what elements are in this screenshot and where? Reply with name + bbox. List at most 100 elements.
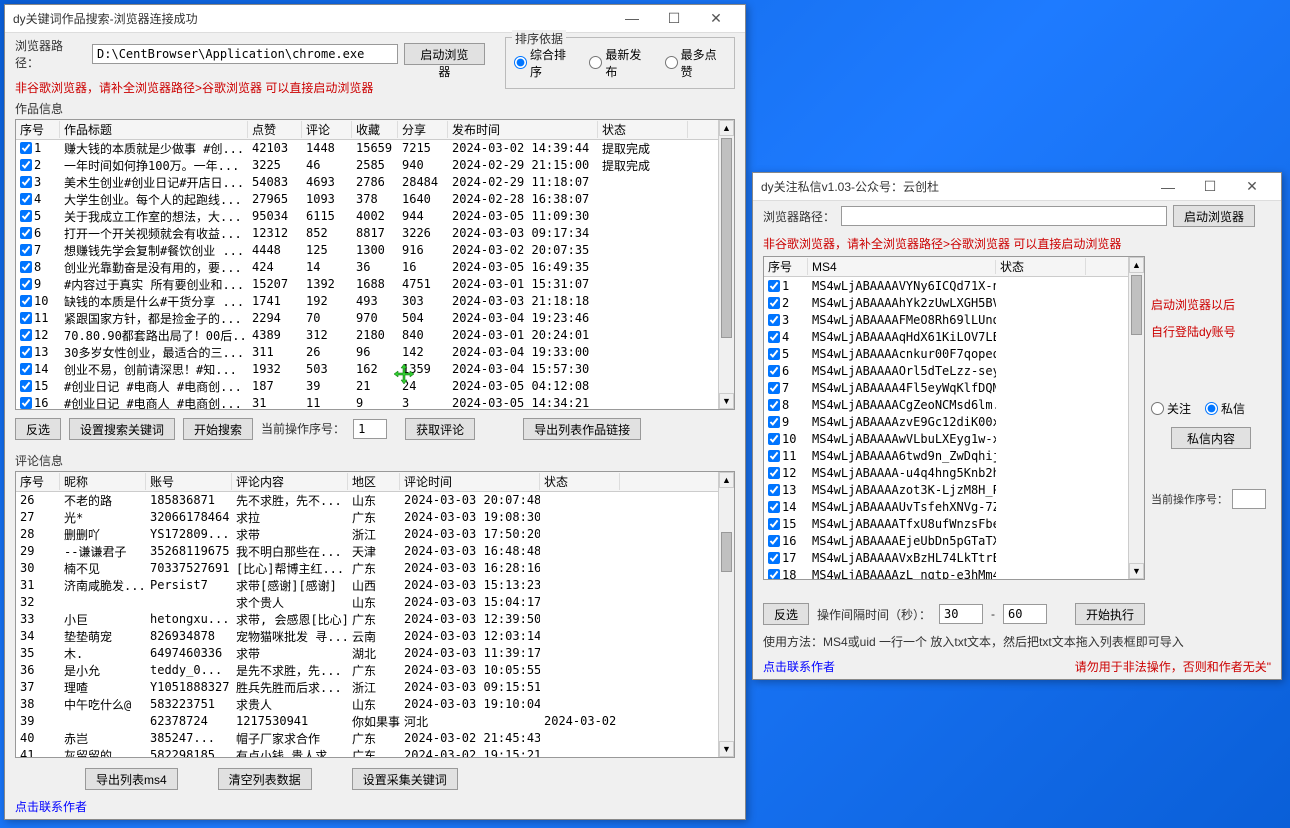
table-row[interactable]: 38中午吃什么@583223751求贵人山东2024-03-03 19:10:0… xyxy=(16,696,718,713)
row-checkbox[interactable] xyxy=(768,331,780,343)
interval-max-input[interactable] xyxy=(1003,604,1047,624)
table-row[interactable]: 11紧跟国家方针，都是捡金子的...2294709705042024-03-04… xyxy=(16,310,718,327)
table-row[interactable]: 7想赚钱先学会复制#餐饮创业 ...444812513009162024-03-… xyxy=(16,242,718,259)
minimize-button[interactable]: — xyxy=(611,6,653,30)
table-row[interactable]: 40赤岂385247...帽子厂家求合作广东2024-03-02 21:45:4… xyxy=(16,730,718,747)
set-keyword-button[interactable]: 设置搜索关键词 xyxy=(69,418,175,440)
row-checkbox[interactable] xyxy=(20,380,32,392)
column-header[interactable]: 发布时间 xyxy=(448,121,598,138)
row-checkbox[interactable] xyxy=(768,348,780,360)
row-checkbox[interactable] xyxy=(20,329,32,341)
row-checkbox[interactable] xyxy=(768,382,780,394)
minimize-button[interactable]: — xyxy=(1147,175,1189,199)
table-row[interactable]: 26不老的路185836871先不求胜，先不...山东2024-03-03 20… xyxy=(16,492,718,509)
cur-op-input[interactable] xyxy=(353,419,387,439)
table-row[interactable]: 29--谦谦君子35268119675我不明白那些在...天津2024-03-0… xyxy=(16,543,718,560)
table-row[interactable]: 1赚大钱的本质就是少做事 #创...4210314481565972152024… xyxy=(16,140,718,157)
titlebar[interactable]: dy关键词作品搜索-浏览器连接成功 — ☐ ✕ xyxy=(5,5,745,33)
table-row[interactable]: 15#创业日记 #电商人 #电商创...1873921242024-03-05 … xyxy=(16,378,718,395)
row-checkbox[interactable] xyxy=(768,552,780,564)
table-row[interactable]: 15MS4wLjABAAAATfxU8ufWnzsFbe... xyxy=(764,515,1128,532)
column-header[interactable]: 状态 xyxy=(996,258,1086,275)
table-row[interactable]: 17MS4wLjABAAAAVxBzHL74LkTtrE... xyxy=(764,549,1128,566)
column-header[interactable]: 状态 xyxy=(598,121,688,138)
maximize-button[interactable]: ☐ xyxy=(653,6,695,30)
row-checkbox[interactable] xyxy=(768,416,780,428)
table-row[interactable]: 3美术生创业#创业日记#开店日...5408346932786284842024… xyxy=(16,174,718,191)
column-header[interactable]: 评论时间 xyxy=(400,473,540,490)
scroll-down-icon[interactable]: ▼ xyxy=(1129,563,1144,579)
row-checkbox[interactable] xyxy=(20,363,32,375)
ms4-scrollbar[interactable]: ▲ ▼ xyxy=(1128,257,1144,579)
cur-op-input[interactable] xyxy=(1232,489,1266,509)
table-row[interactable]: 11MS4wLjABAAAA6twd9n_ZwDqhij... xyxy=(764,447,1128,464)
interval-min-input[interactable] xyxy=(939,604,983,624)
table-row[interactable]: 36是小允teddy_0...是先不求胜，先...广东2024-03-03 10… xyxy=(16,662,718,679)
maximize-button[interactable]: ☐ xyxy=(1189,175,1231,199)
column-header[interactable]: 作品标题 xyxy=(60,121,248,138)
table-row[interactable]: 2MS4wLjABAAAAhYk2zUwLXGH5BV... xyxy=(764,294,1128,311)
row-checkbox[interactable] xyxy=(768,484,780,496)
column-header[interactable]: 状态 xyxy=(540,473,620,490)
table-row[interactable]: 39623787241217530941你如果事情都不...河北2024-03-… xyxy=(16,713,718,730)
row-checkbox[interactable] xyxy=(768,535,780,547)
sort-radio-0[interactable]: 综合排序 xyxy=(514,46,575,80)
row-checkbox[interactable] xyxy=(20,261,32,273)
row-checkbox[interactable] xyxy=(20,278,32,290)
sort-radio-1[interactable]: 最新发布 xyxy=(589,46,650,80)
start-browser-button[interactable]: 启动浏览器 xyxy=(1173,205,1255,227)
row-checkbox[interactable] xyxy=(20,210,32,222)
table-row[interactable]: 31济南咸脆发...Persist7求带[感谢][感谢]山西2024-03-03… xyxy=(16,577,718,594)
row-checkbox[interactable] xyxy=(20,142,32,154)
column-header[interactable]: 账号 xyxy=(146,473,232,490)
set-collect-keyword-button[interactable]: 设置采集关键词 xyxy=(352,768,458,790)
column-header[interactable]: 昵称 xyxy=(60,473,146,490)
radio-dm[interactable]: 私信 xyxy=(1205,400,1245,417)
scroll-down-icon[interactable]: ▼ xyxy=(719,741,734,757)
table-row[interactable]: 3MS4wLjABAAAAFMeO8Rh69lLUnd... xyxy=(764,311,1128,328)
table-row[interactable]: 7MS4wLjABAAAA4Fl5eyWqKlfDQM... xyxy=(764,379,1128,396)
invert-select-button[interactable]: 反选 xyxy=(763,603,809,625)
sort-radio-2[interactable]: 最多点赞 xyxy=(665,46,726,80)
row-checkbox[interactable] xyxy=(768,518,780,530)
table-row[interactable]: 16#创业日记 #电商人 #电商创...3111932024-03-05 14:… xyxy=(16,395,718,409)
row-checkbox[interactable] xyxy=(768,569,780,580)
table-row[interactable]: 6打开一个开关视频就会有收益...12312852881732262024-03… xyxy=(16,225,718,242)
row-checkbox[interactable] xyxy=(20,346,32,358)
row-checkbox[interactable] xyxy=(768,399,780,411)
table-row[interactable]: 8MS4wLjABAAAACgZeoNCMsd6lm... xyxy=(764,396,1128,413)
clear-list-button[interactable]: 清空列表数据 xyxy=(218,768,312,790)
row-checkbox[interactable] xyxy=(768,467,780,479)
table-row[interactable]: 30楠不见70337527691[比心]帮博主红...广东2024-03-03 … xyxy=(16,560,718,577)
scroll-up-icon[interactable]: ▲ xyxy=(719,120,734,136)
column-header[interactable]: 收藏 xyxy=(352,121,398,138)
table-row[interactable]: 9#内容过于真实 所有要创业和...152071392168847512024-… xyxy=(16,276,718,293)
table-row[interactable]: 41灰留留的582298185有点小钱 贵人求...广东2024-03-02 1… xyxy=(16,747,718,757)
titlebar[interactable]: dy关注私信v1.03-公众号：云创杜 — ☐ ✕ xyxy=(753,173,1281,201)
start-search-button[interactable]: 开始搜索 xyxy=(183,418,253,440)
scroll-up-icon[interactable]: ▲ xyxy=(1129,257,1144,273)
ms4-table-header[interactable]: 序号MS4状态 xyxy=(764,257,1128,277)
scroll-down-icon[interactable]: ▼ xyxy=(719,393,734,409)
browser-path-input[interactable] xyxy=(92,44,398,64)
table-row[interactable]: 4MS4wLjABAAAAqHdX61KiLOV7LE... xyxy=(764,328,1128,345)
comments-table-header[interactable]: 序号昵称账号评论内容地区评论时间状态 xyxy=(16,472,718,492)
row-checkbox[interactable] xyxy=(768,433,780,445)
column-header[interactable]: 地区 xyxy=(348,473,400,490)
row-checkbox[interactable] xyxy=(20,193,32,205)
row-checkbox[interactable] xyxy=(20,176,32,188)
close-button[interactable]: ✕ xyxy=(1231,175,1273,199)
start-browser-button[interactable]: 启动浏览器 xyxy=(404,43,485,65)
invert-select-button[interactable]: 反选 xyxy=(15,418,61,440)
table-row[interactable]: 27光*32066178464求拉广东2024-03-03 19:08:30 xyxy=(16,509,718,526)
table-row[interactable]: 33小巨hetongxu...求带, 会感恩[比心]广东2024-03-03 1… xyxy=(16,611,718,628)
row-checkbox[interactable] xyxy=(20,244,32,256)
row-checkbox[interactable] xyxy=(20,312,32,324)
column-header[interactable]: 序号 xyxy=(764,258,808,275)
table-row[interactable]: 14MS4wLjABAAAAUvTsfehXNVg-7Z... xyxy=(764,498,1128,515)
comments-scrollbar[interactable]: ▲ ▼ xyxy=(718,472,734,757)
table-row[interactable]: 4大学生创业。每个人的起跑线...27965109337816402024-02… xyxy=(16,191,718,208)
row-checkbox[interactable] xyxy=(768,501,780,513)
get-comments-button[interactable]: 获取评论 xyxy=(405,418,475,440)
column-header[interactable]: 评论内容 xyxy=(232,473,348,490)
